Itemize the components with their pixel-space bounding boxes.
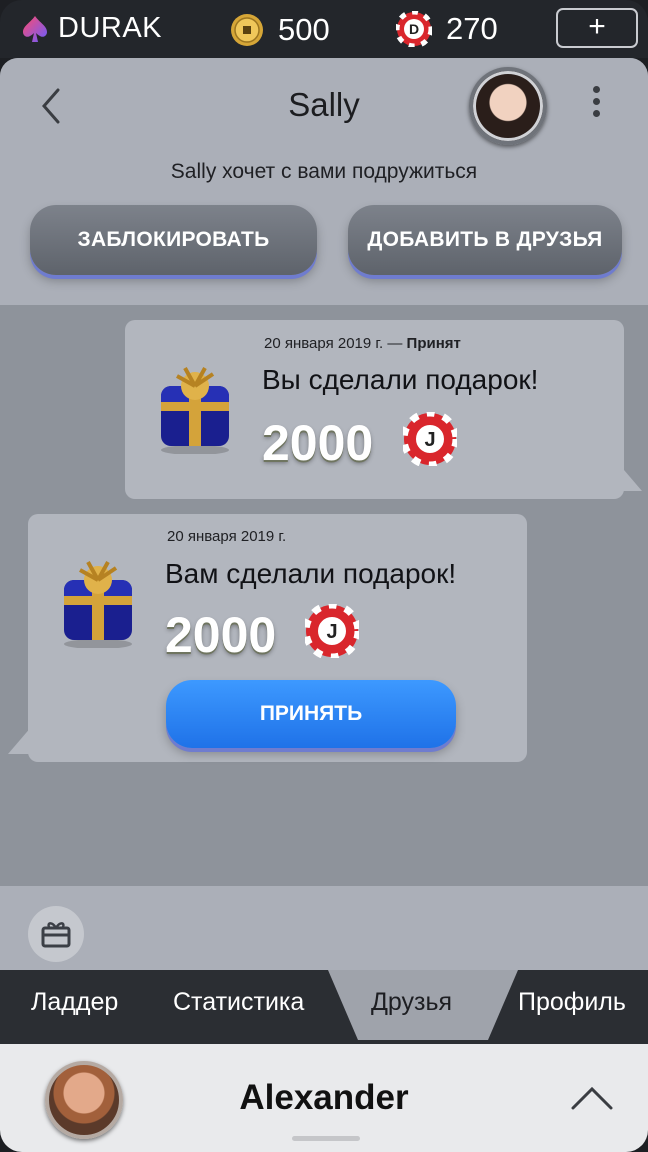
message-date: 20 января 2019 г. — Принят: [264, 335, 461, 352]
gift-icon: [41, 922, 71, 948]
tab-profile[interactable]: Профиль: [518, 988, 626, 1017]
profile-strip[interactable]: Alexander: [0, 1044, 648, 1152]
gift-amount: 2000: [262, 415, 374, 471]
chat-input-bar: [0, 886, 648, 970]
tab-ladder[interactable]: Ладдер: [31, 988, 118, 1017]
svg-text:D: D: [409, 21, 419, 37]
message-status: Принят: [406, 335, 461, 352]
message-tail: [618, 463, 642, 491]
brand: DURAK: [22, 12, 162, 45]
block-button[interactable]: ЗАБЛОКИРОВАТЬ: [30, 205, 317, 275]
gift-box-icon: [64, 561, 132, 648]
message-title: Вы сделали подарок!: [262, 364, 539, 395]
more-options-icon[interactable]: [586, 86, 606, 126]
top-status-bar: DURAK 500 D 270 +: [0, 0, 648, 58]
message-date: 20 января 2019 г.: [167, 528, 287, 545]
accept-gift-button[interactable]: ПРИНЯТЬ: [166, 680, 456, 748]
d-chip-icon: D: [396, 11, 432, 47]
gift-box-icon: [161, 367, 229, 454]
add-friend-button[interactable]: ДОБАВИТЬ В ДРУЗЬЯ: [348, 205, 622, 275]
contact-avatar[interactable]: [469, 67, 547, 145]
message-sent-gift: 20 января 2019 г. — Принят Вы сделали по…: [125, 320, 624, 499]
contact-name: Sally: [288, 86, 360, 123]
coin-balance: 500: [230, 12, 330, 48]
message-title: Вам сделали подарок!: [165, 558, 457, 589]
brand-name: DURAK: [58, 12, 163, 44]
gift-amount: 2000: [165, 607, 277, 663]
message-received-gift: 20 января 2019 г. Вам сделали подарок! 2…: [28, 514, 527, 762]
message-tail: [8, 726, 32, 754]
chip-balance: D 270: [396, 11, 498, 47]
friend-request-text: Sally хочет с вами подружиться: [170, 160, 478, 183]
add-currency-button[interactable]: +: [556, 8, 638, 48]
tab-statistics[interactable]: Статистика: [173, 988, 304, 1017]
chat-panel: Sally Sally хочет с вами подружиться ЗАБ…: [0, 58, 648, 970]
chat-header: Sally Sally хочет с вами подружиться ЗАБ…: [0, 58, 648, 305]
j-chip-icon: J: [403, 412, 457, 466]
tab-friends[interactable]: Друзья: [371, 988, 452, 1017]
j-chip-icon: J: [305, 604, 359, 658]
chevron-up-icon[interactable]: [570, 1084, 614, 1112]
send-gift-button[interactable]: [28, 906, 84, 962]
home-indicator: [292, 1136, 360, 1141]
chip-amount: 270: [446, 11, 498, 46]
svg-text:J: J: [326, 621, 337, 643]
coin-amount: 500: [278, 12, 330, 47]
coin-icon: [231, 14, 263, 46]
spade-icon: [23, 15, 47, 42]
tab-bar: Ладдер Статистика Друзья Профиль: [0, 970, 648, 1044]
svg-text:J: J: [424, 429, 435, 451]
user-name: Alexander: [239, 1078, 409, 1117]
